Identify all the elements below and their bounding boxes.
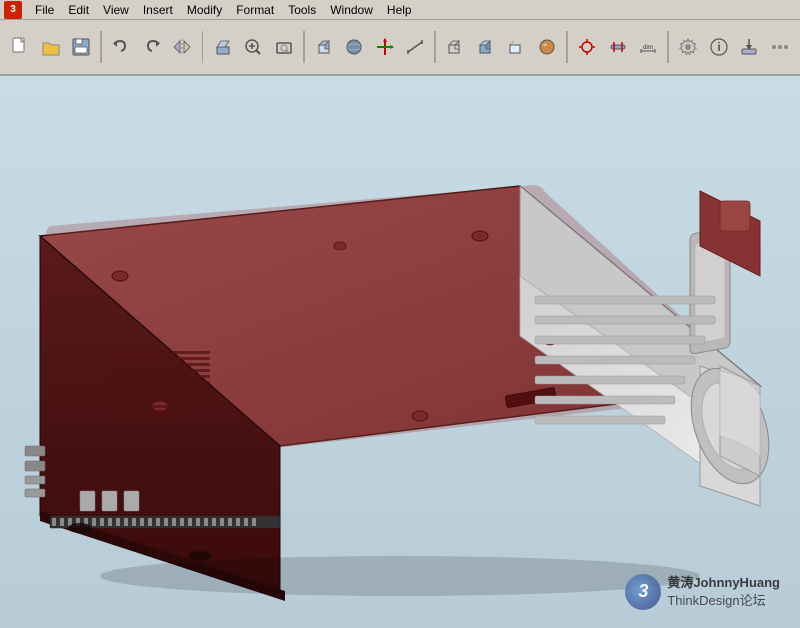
transform-button[interactable]: [370, 32, 398, 62]
hidden-line-button[interactable]: [502, 32, 530, 62]
snap-button[interactable]: [573, 32, 601, 62]
menu-window[interactable]: Window: [323, 1, 380, 19]
menu-format[interactable]: Format: [229, 1, 281, 19]
menu-file[interactable]: File: [28, 1, 61, 19]
measure-button[interactable]: [401, 32, 429, 62]
zoom-fit-button[interactable]: [269, 32, 297, 62]
watermark: 3 黄涛JohnnyHuang ThinkDesign论坛: [625, 574, 780, 610]
menu-tools[interactable]: Tools: [281, 1, 323, 19]
redo-button[interactable]: [138, 32, 166, 62]
mirror-button[interactable]: [168, 32, 196, 62]
save-button[interactable]: [67, 32, 95, 62]
zoom-in-button[interactable]: [239, 32, 267, 62]
wireframe-button[interactable]: [441, 32, 469, 62]
menu-edit[interactable]: Edit: [61, 1, 96, 19]
sphere-button[interactable]: [340, 32, 368, 62]
open-button[interactable]: [36, 32, 64, 62]
watermark-logo: 3: [625, 574, 661, 610]
watermark-line1: 黄涛JohnnyHuang: [667, 574, 780, 592]
info-button[interactable]: i: [705, 32, 733, 62]
sep-5: [566, 31, 568, 63]
export-button[interactable]: [735, 32, 763, 62]
shaded-button[interactable]: [472, 32, 500, 62]
menubar: 3 File Edit View Insert Modify Format To…: [0, 0, 800, 20]
extrude-button[interactable]: [208, 32, 236, 62]
watermark-line2: ThinkDesign论坛: [667, 592, 780, 610]
sep-2: [202, 31, 204, 63]
dimension-button[interactable]: dim: [634, 32, 662, 62]
watermark-text: 黄涛JohnnyHuang ThinkDesign论坛: [667, 574, 780, 610]
toolbar: dim i: [0, 20, 800, 76]
viewport[interactable]: 3 黄涛JohnnyHuang ThinkDesign论坛: [0, 76, 800, 628]
rendered-button[interactable]: [533, 32, 561, 62]
menu-help[interactable]: Help: [380, 1, 419, 19]
sep-6: [667, 31, 669, 63]
svg-text:dim: dim: [643, 45, 653, 51]
sep-1: [100, 31, 102, 63]
svg-text:i: i: [717, 40, 720, 54]
new-button[interactable]: [6, 32, 34, 62]
sep-3: [303, 31, 305, 63]
menu-modify[interactable]: Modify: [180, 1, 229, 19]
menu-view[interactable]: View: [96, 1, 136, 19]
box-button[interactable]: [310, 32, 338, 62]
app-logo: 3: [4, 1, 22, 19]
constraint-button[interactable]: [603, 32, 631, 62]
undo-button[interactable]: [107, 32, 135, 62]
sep-4: [434, 31, 436, 63]
more-button[interactable]: [765, 32, 793, 62]
menu-insert[interactable]: Insert: [136, 1, 180, 19]
settings-button[interactable]: [674, 32, 702, 62]
